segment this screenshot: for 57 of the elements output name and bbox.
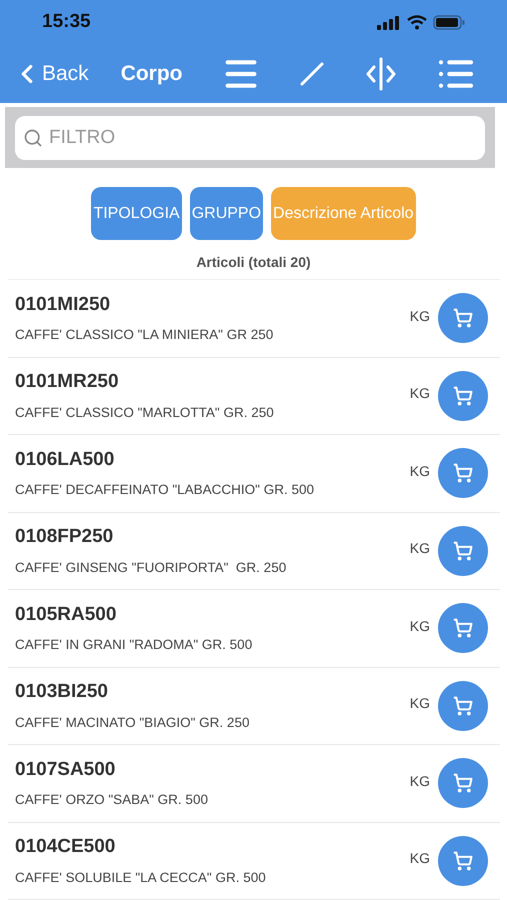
unit-label: KG <box>410 849 430 868</box>
article-code: 0101MR250 <box>15 370 120 394</box>
cart-button[interactable] <box>438 758 488 808</box>
wifi-icon <box>407 15 427 30</box>
article-code: 0104CE500 <box>15 835 116 860</box>
article-description: CAFFE' SOLUBILE "LA CECCA" GR. 500 <box>15 868 267 887</box>
search-icon <box>23 128 43 148</box>
cart-icon <box>453 463 473 484</box>
article-row[interactable]: 0107SA500 CAFFE' ORZO "SABA" GR. 500 KG <box>8 745 500 822</box>
unit-label: KG <box>410 772 430 791</box>
article-description: CAFFE' DECAFFEINATO "LABACCHIO" GR. 500 <box>15 481 315 500</box>
status-time: 15:35 <box>42 10 91 34</box>
nav-title: Corpo <box>120 61 183 88</box>
article-row[interactable]: 0108FP250 CAFFE' GINSENG "FUORIPORTA" GR. 250 KG <box>8 512 500 590</box>
article-row[interactable]: 0104CE500 CAFFE' SOLUBILE "LA CECCA" GR. 500 KG <box>8 822 500 900</box>
article-row[interactable]: 0101MR250 CAFFE' CLASSICO "MARLOTTA" GR. 250 KG <box>8 358 500 435</box>
cart-icon <box>453 696 473 716</box>
unit-label: KG <box>410 539 430 558</box>
unit-label: KG <box>410 306 430 326</box>
filter-field[interactable]: FILTRO <box>15 116 485 160</box>
cart-button[interactable] <box>438 370 488 421</box>
cart-icon <box>453 308 473 328</box>
signal-icon <box>377 16 401 30</box>
slash-icon[interactable] <box>298 61 325 87</box>
article-code: 0107SA500 <box>15 758 116 782</box>
list-title: Articoli (totali 20) <box>196 253 311 272</box>
article-row[interactable]: 0103BI250 CAFFE' MACINATO "BIAGIO" GR. 250 KG <box>8 668 500 745</box>
cart-button[interactable] <box>438 680 488 731</box>
article-code: 0101MI250 <box>15 292 112 317</box>
article-code: 0103BI250 <box>15 680 109 704</box>
unit-label: KG <box>410 616 430 636</box>
article-row[interactable]: 0101MI250 CAFFE' CLASSICO "LA MINIERA" GR 250 KG <box>8 280 500 358</box>
article-description: CAFFE' IN GRANI "RADOMA" GR. 500 <box>15 636 254 654</box>
unit-label: KG <box>410 694 430 714</box>
article-description: CAFFE' ORZO "SABA" GR. 500 <box>15 791 209 810</box>
cart-button[interactable] <box>438 526 488 576</box>
unit-label: KG <box>410 384 430 404</box>
cart-button[interactable] <box>438 836 488 886</box>
battery-icon <box>433 15 465 30</box>
article-description: CAFFE' GINSENG "FUORIPORTA" GR. 250 <box>15 558 288 577</box>
cart-icon <box>453 850 473 871</box>
article-code: 0105RA500 <box>15 602 118 627</box>
cart-icon <box>453 773 473 794</box>
article-description: CAFFE' MACINATO "BIAGIO" GR. 250 <box>15 714 250 732</box>
article-description: CAFFE' CLASSICO "LA MINIERA" GR 250 <box>15 326 274 344</box>
cart-button[interactable] <box>438 448 488 498</box>
article-code: 0106LA500 <box>15 448 116 472</box>
unit-label: KG <box>410 462 430 481</box>
article-code: 0108FP250 <box>15 525 114 550</box>
article-description: CAFFE' CLASSICO "MARLOTTA" GR. 250 <box>15 404 275 422</box>
article-row[interactable]: 0105RA500 CAFFE' IN GRANI "RADOMA" GR. 500 KG <box>8 590 500 668</box>
cart-icon <box>453 618 473 638</box>
cart-icon <box>453 540 473 561</box>
cart-button[interactable] <box>438 293 488 344</box>
article-row[interactable]: 0106LA500 CAFFE' DECAFFEINATO "LABACCHIO" GR. 500 KG <box>8 435 500 512</box>
cart-icon <box>453 386 473 406</box>
cart-button[interactable] <box>438 603 488 654</box>
